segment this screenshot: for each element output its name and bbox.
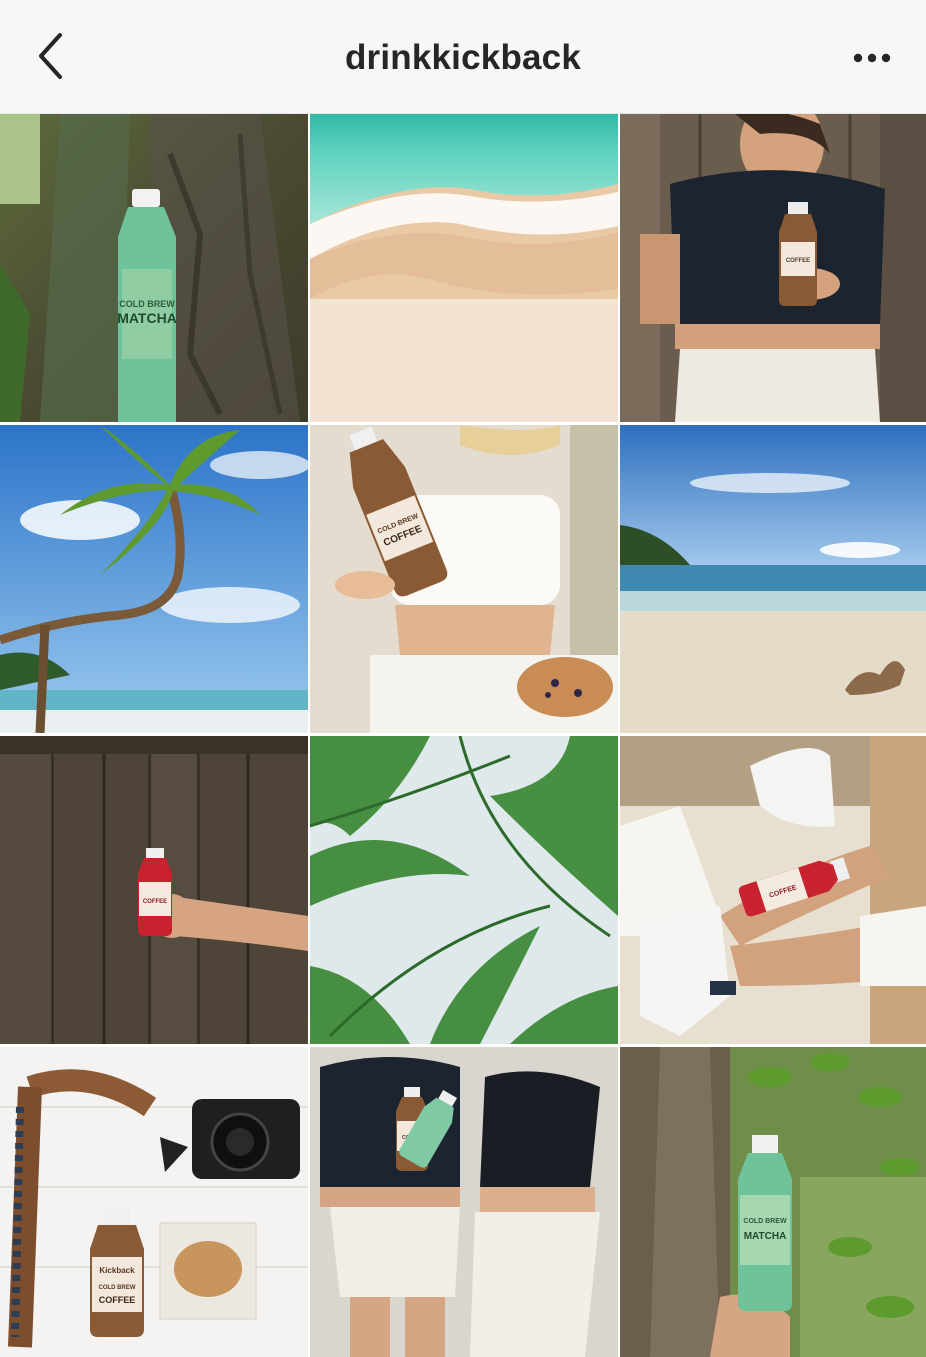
post-image [0,425,308,733]
post-tile-aerial-beach[interactable] [310,114,618,422]
post-image: COFFEE [310,1047,618,1357]
post-tile-camera-flatlay[interactable]: Kickback COLD BREW COFFEE [0,1047,308,1357]
post-image [620,425,926,733]
post-tile-matcha-leaves[interactable]: COLD BREW MATCHA [620,1047,926,1357]
post-image: COFFEE [620,736,926,1044]
post-grid: COLD BREW MATCHA COFFEE COLD BREW COFFEE… [0,114,926,1357]
profile-username-title: drinkkickback [344,38,582,77]
post-image: COLD BREW MATCHA [620,1047,926,1357]
post-tile-fence-red-bottle[interactable]: COFFEE [0,736,308,1044]
top-navigation-bar: drinkkickback [0,0,926,114]
post-image: COLD BREW COFFEE [310,425,618,733]
post-tile-beach-driftwood[interactable] [620,425,926,733]
post-image [310,736,618,1044]
post-tile-matcha-tree[interactable]: COLD BREW MATCHA [0,114,308,422]
svg-text:MATCHA: MATCHA [744,1231,787,1242]
svg-text:Kickback: Kickback [99,1266,135,1275]
post-image: COFFEE [620,114,926,422]
more-horizontal-icon [853,53,891,63]
svg-text:COLD BREW: COLD BREW [743,1218,787,1225]
post-tile-palm-beach[interactable] [0,425,308,733]
svg-text:COLD BREW: COLD BREW [119,299,175,309]
post-tile-sneakers-bottle[interactable]: COFFEE [620,736,926,1044]
post-tile-palm-fronds[interactable] [310,736,618,1044]
post-tile-coffee-scone[interactable]: COLD BREW COFFEE [310,425,618,733]
svg-text:COFFEE: COFFEE [143,899,167,905]
post-tile-two-girls[interactable]: COFFEE [310,1047,618,1357]
svg-text:MATCHA: MATCHA [117,310,177,326]
matcha-bottle: COLD BREW MATCHA [117,189,177,422]
svg-text:COFFEE: COFFEE [99,1295,136,1305]
post-image: COFFEE [0,736,308,1044]
post-image: COLD BREW MATCHA [0,114,308,422]
post-image: Kickback COLD BREW COFFEE [0,1047,308,1357]
more-options-button[interactable] [846,36,898,80]
svg-text:COLD BREW: COLD BREW [99,1285,136,1291]
post-image [310,114,618,422]
svg-text:COFFEE: COFFEE [786,258,810,264]
post-tile-girl-fence-coffee[interactable]: COFFEE [620,114,926,422]
